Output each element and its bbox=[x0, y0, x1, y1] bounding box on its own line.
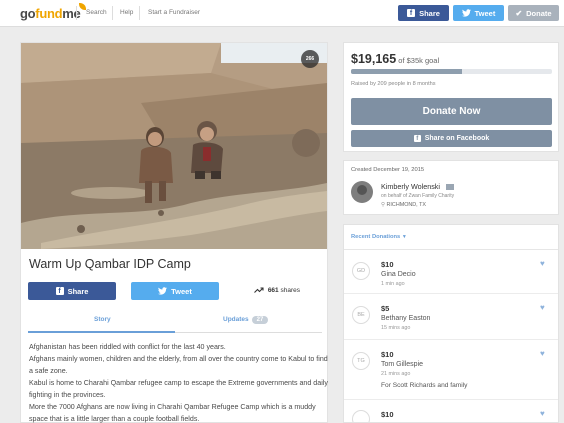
organizer-avatar[interactable] bbox=[351, 181, 373, 203]
heart-icon[interactable]: ♥ bbox=[540, 259, 545, 268]
campaign-share-label: Share bbox=[67, 286, 89, 296]
organizer-location: ⚲ RICHMOND, TX bbox=[381, 202, 426, 208]
donation-message: For Scott Richards and family bbox=[381, 382, 468, 389]
share-count: 661 shares bbox=[254, 287, 300, 294]
story-paragraph: Afghans mainly women, children and the e… bbox=[29, 355, 328, 375]
logo-text-go: go bbox=[20, 6, 36, 21]
top-share-label: Share bbox=[419, 8, 440, 18]
facebook-icon: f bbox=[407, 9, 416, 17]
donation-item: TG $10 Tom Gillespie 21 mins ago For Sco… bbox=[344, 340, 558, 400]
twitter-bird-icon bbox=[461, 9, 471, 17]
campaign-tweet-label: Tweet bbox=[171, 286, 192, 296]
nav-divider bbox=[76, 6, 77, 20]
story-text: Afghanistan has been riddled with confli… bbox=[29, 341, 329, 423]
tab-story[interactable]: Story bbox=[94, 316, 111, 323]
top-navigation-bar: gofundme Search Help Start a Fundraiser … bbox=[0, 0, 564, 27]
donation-time: 21 mins ago bbox=[381, 371, 411, 377]
logo-text-me: me bbox=[62, 6, 81, 21]
organizer-behalf: on behalf of Zwan Family Charity bbox=[381, 193, 455, 199]
donation-item: GD $10 Gina Decio 1 min ago ♥ bbox=[344, 250, 558, 294]
tab-updates[interactable]: Updates 27 bbox=[223, 316, 269, 324]
updates-count-badge: 27 bbox=[251, 316, 269, 324]
nav-start-fundraiser-link[interactable]: Start a Fundraiser bbox=[148, 9, 200, 16]
active-tab-indicator bbox=[28, 331, 175, 333]
raised-amount: $19,165 bbox=[351, 52, 397, 66]
envelope-icon[interactable] bbox=[445, 184, 454, 191]
campaign-twitter-tweet-button[interactable]: Tweet bbox=[131, 282, 219, 300]
donor-name: Gina Decio bbox=[381, 271, 416, 278]
story-paragraph: More the 7000 Afghans are now living in … bbox=[29, 403, 316, 423]
chevron-down-icon: ▼ bbox=[401, 234, 407, 240]
facebook-icon: f bbox=[55, 287, 64, 295]
donation-amount: $10 bbox=[381, 410, 394, 419]
raised-by-text: Raised by 209 people in 8 months bbox=[351, 81, 436, 87]
story-paragraph: Afghanistan has been riddled with confli… bbox=[29, 343, 226, 351]
organizer-location-text: RICHMOND, TX bbox=[386, 202, 426, 208]
donor-avatar: GD bbox=[352, 262, 370, 280]
donate-now-button[interactable]: Donate Now bbox=[351, 98, 552, 125]
progress-bar bbox=[351, 69, 552, 74]
organizer-name[interactable]: Kimberly Wolenski bbox=[381, 182, 454, 191]
facebook-icon: f bbox=[413, 135, 421, 142]
top-twitter-tweet-button[interactable]: Tweet bbox=[453, 5, 504, 21]
recent-donations-title: Recent Donations bbox=[351, 234, 401, 240]
donation-time: 15 mins ago bbox=[381, 325, 411, 331]
tab-story-label: Story bbox=[94, 316, 111, 323]
heart-favorite-button[interactable]: 266 bbox=[301, 50, 319, 68]
nav-divider bbox=[112, 6, 113, 20]
trending-up-icon bbox=[254, 287, 264, 294]
donation-item: BE $5 Bethany Easton 15 mins ago ♥ bbox=[344, 294, 558, 340]
shares-label: shares bbox=[280, 287, 300, 294]
donation-amount: $10 bbox=[381, 350, 394, 359]
nav-search-link[interactable]: Search bbox=[86, 9, 107, 16]
amount-raised: $19,165 of $35k goal bbox=[351, 52, 439, 66]
heart-icon[interactable]: ♥ bbox=[540, 303, 545, 312]
campaign-photo[interactable] bbox=[21, 43, 327, 249]
donate-box: $19,165 of $35k goal Raised by 209 peopl… bbox=[343, 42, 559, 152]
nav-divider bbox=[139, 6, 140, 20]
donation-amount: $5 bbox=[381, 304, 390, 313]
share-on-facebook-label: Share on Facebook bbox=[424, 135, 490, 142]
top-tweet-label: Tweet bbox=[474, 8, 496, 18]
top-donate-label: Donate bbox=[526, 8, 552, 18]
heart-icon[interactable]: ♥ bbox=[540, 349, 545, 358]
nav-help-link[interactable]: Help bbox=[120, 9, 133, 16]
logo-text-fund: fund bbox=[35, 6, 63, 21]
checkmark-icon: ✔ bbox=[515, 8, 523, 18]
donate-now-label: Donate Now bbox=[422, 106, 481, 117]
top-facebook-share-button[interactable]: f Share bbox=[398, 5, 449, 21]
gofundme-logo[interactable]: gofundme bbox=[20, 3, 87, 21]
twitter-bird-icon bbox=[158, 287, 168, 295]
story-paragraph: Kabul is home to Charahi Qambar refugee … bbox=[29, 379, 328, 399]
recent-donations-header[interactable]: Recent Donations ▼ bbox=[351, 234, 407, 240]
tab-updates-label: Updates bbox=[223, 316, 249, 323]
donor-name: Bethany Easton bbox=[381, 315, 431, 322]
organizer-name-text: Kimberly Wolenski bbox=[381, 182, 440, 191]
campaign-title: Warm Up Qambar IDP Camp bbox=[29, 257, 191, 271]
campaign-card: 266 Warm Up Qambar IDP Camp f Share Twee… bbox=[20, 42, 328, 423]
top-donate-button[interactable]: ✔ Donate bbox=[508, 5, 559, 21]
share-on-facebook-button[interactable]: f Share on Facebook bbox=[351, 130, 552, 147]
campaign-tabs: Story Updates 27 bbox=[28, 311, 322, 333]
donor-name: Tom Gillespie bbox=[381, 361, 424, 368]
donation-item: $10 ♥ bbox=[344, 400, 558, 422]
created-date: Created December 19, 2015 bbox=[351, 167, 425, 173]
donation-amount: $10 bbox=[381, 260, 394, 269]
progress-fill bbox=[351, 69, 462, 74]
shares-number: 661 bbox=[267, 287, 279, 294]
donor-avatar: TG bbox=[352, 352, 370, 370]
location-pin-icon: ⚲ bbox=[381, 202, 386, 208]
campaign-facebook-share-button[interactable]: f Share bbox=[28, 282, 116, 300]
organizer-card: Created December 19, 2015 Kimberly Wolen… bbox=[343, 160, 559, 215]
goal-text: of $35k goal bbox=[398, 56, 440, 65]
heart-count: 266 bbox=[305, 56, 315, 62]
donor-avatar bbox=[352, 410, 370, 422]
heart-icon[interactable]: ♥ bbox=[540, 409, 545, 418]
campaign-share-row: f Share Tweet 661 shares bbox=[28, 282, 322, 300]
campaign-photo-illustration bbox=[21, 43, 327, 249]
recent-donations-card: Recent Donations ▼ GD $10 Gina Decio 1 m… bbox=[343, 224, 559, 423]
donor-avatar: BE bbox=[352, 306, 370, 324]
donation-time: 1 min ago bbox=[381, 281, 405, 287]
